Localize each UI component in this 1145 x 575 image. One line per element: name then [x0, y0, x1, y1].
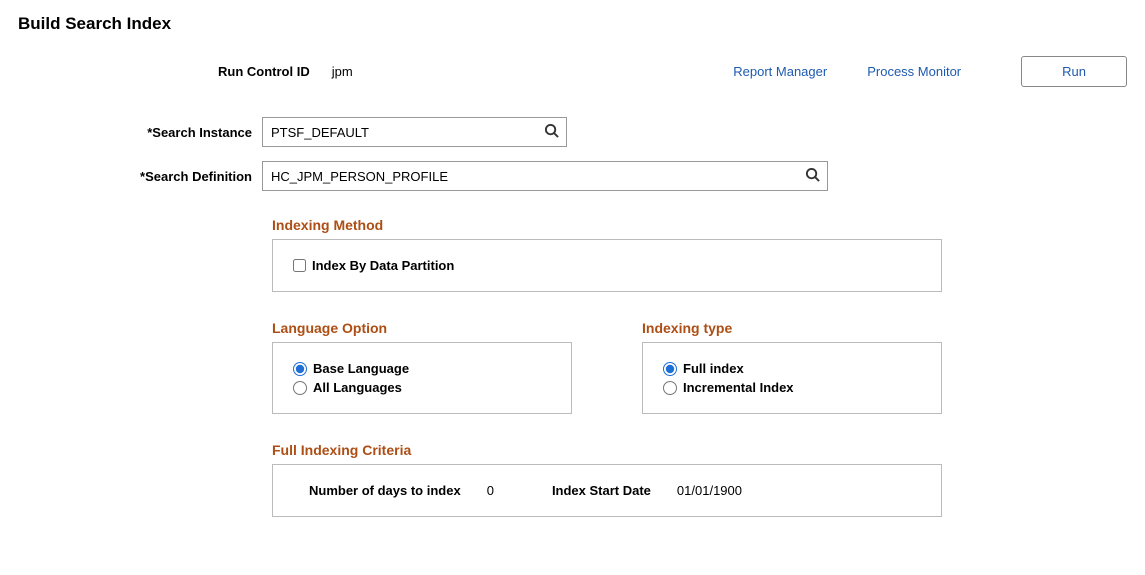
index-start-date-value: 01/01/1900	[677, 483, 742, 498]
all-languages-label: All Languages	[313, 380, 402, 395]
run-button[interactable]: Run	[1021, 56, 1127, 87]
indexing-method-heading: Indexing Method	[272, 217, 1127, 233]
indexing-type-box: Full index Incremental Index	[642, 342, 942, 414]
top-row: Run Control ID jpm Report Manager Proces…	[18, 56, 1127, 87]
index-by-data-partition-label: Index By Data Partition	[312, 258, 454, 273]
incremental-index-label: Incremental Index	[683, 380, 794, 395]
process-monitor-link[interactable]: Process Monitor	[867, 64, 961, 79]
full-indexing-criteria-heading: Full Indexing Criteria	[272, 442, 1127, 458]
days-to-index-label: Number of days to index	[309, 483, 461, 498]
search-icon[interactable]	[544, 123, 559, 141]
indexing-method-box: Index By Data Partition	[272, 239, 942, 292]
full-index-label: Full index	[683, 361, 744, 376]
base-language-label: Base Language	[313, 361, 409, 376]
days-to-index-value: 0	[487, 483, 494, 498]
index-by-data-partition-checkbox[interactable]	[293, 259, 306, 272]
full-indexing-criteria-box: Number of days to index 0 Index Start Da…	[272, 464, 942, 517]
full-index-radio[interactable]	[663, 362, 677, 376]
language-option-heading: Language Option	[272, 320, 572, 336]
index-start-date-label: Index Start Date	[552, 483, 651, 498]
search-instance-label: *Search Instance	[18, 125, 262, 140]
search-definition-label: *Search Definition	[18, 169, 262, 184]
search-instance-input[interactable]	[262, 117, 567, 147]
report-manager-link[interactable]: Report Manager	[733, 64, 827, 79]
all-languages-radio[interactable]	[293, 381, 307, 395]
language-option-box: Base Language All Languages	[272, 342, 572, 414]
indexing-type-heading: Indexing type	[642, 320, 942, 336]
run-control-id-label: Run Control ID	[218, 64, 310, 79]
search-icon[interactable]	[805, 167, 820, 185]
search-definition-input[interactable]	[262, 161, 828, 191]
incremental-index-radio[interactable]	[663, 381, 677, 395]
page-title: Build Search Index	[18, 14, 1127, 34]
run-control-id-value: jpm	[332, 64, 353, 79]
base-language-radio[interactable]	[293, 362, 307, 376]
